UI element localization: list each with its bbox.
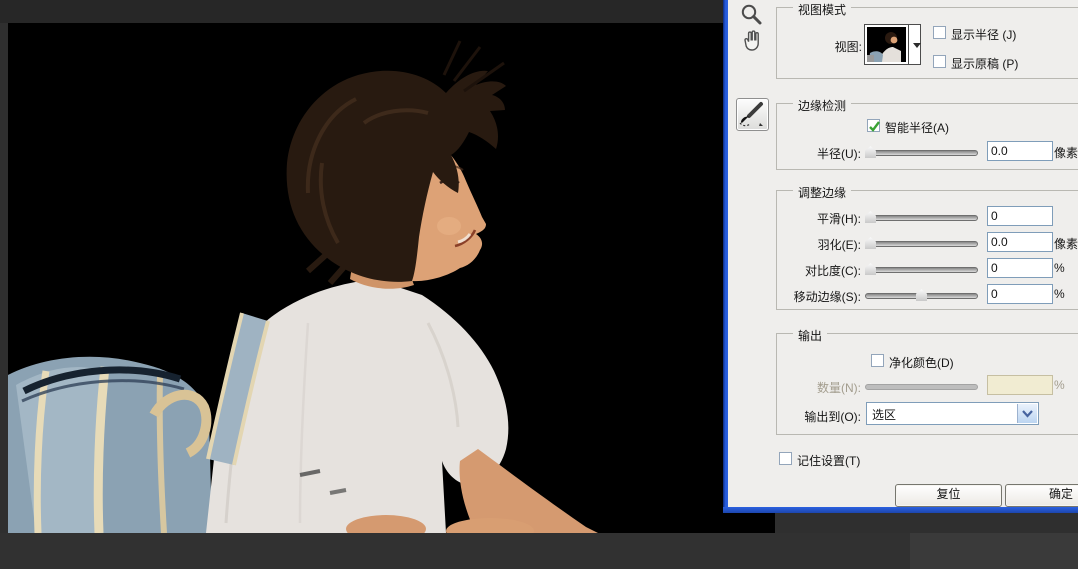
show-radius-checkbox[interactable] [933,26,946,39]
ok-button[interactable]: 确定 [1005,484,1078,507]
group-adjust-edge-title: 调整边缘 [793,184,851,201]
contrast-unit: % [1054,261,1065,275]
photoshop-refine-edge-screen: 视图模式 视图: 显示半径 (J) 显示原稿 (P) [0,0,1078,569]
shift-edge-unit: % [1054,287,1065,301]
output-to-dropdown[interactable]: 选区 [866,402,1039,425]
zoom-tool-icon[interactable] [739,3,763,27]
hand-tool-icon[interactable] [737,27,763,53]
show-radius-label: 显示半径 (J) [951,26,1016,43]
canvas-image[interactable] [8,23,775,533]
feather-slider-track[interactable] [865,241,978,247]
decontaminate-colors-label: 净化颜色(D) [889,354,954,371]
show-original-label: 显示原稿 (P) [951,55,1018,72]
radius-unit: 像素 [1054,144,1078,161]
reset-button[interactable]: 复位 [895,484,1002,507]
contrast-label: 对比度(C): [751,262,861,279]
amount-value-input [987,375,1053,395]
group-view-mode-title: 视图模式 [793,1,851,18]
photo-person [8,23,775,533]
amount-label: 数量(N): [751,379,861,396]
smart-radius-label: 智能半径(A) [885,119,949,136]
workspace-panel-divider [910,533,1078,569]
refine-radius-tool-button[interactable] [736,98,769,131]
shift-edge-label: 移动边缘(S): [751,288,861,305]
workspace-top-strip [0,0,723,23]
chevron-down-icon[interactable] [913,43,921,48]
output-to-value: 选区 [872,406,896,423]
contrast-slider[interactable] [865,263,978,276]
contrast-slider-thumb[interactable] [865,263,876,275]
remember-settings-checkbox[interactable] [779,452,792,465]
group-edge-detection-title: 边缘检测 [793,97,851,114]
output-to-dropdown-button[interactable] [1017,404,1037,423]
view-dropdown-divider [908,25,909,64]
smooth-slider[interactable] [865,211,978,224]
refine-edge-dialog: 视图模式 视图: 显示半径 (J) 显示原稿 (P) [723,0,1078,513]
feather-slider-thumb[interactable] [865,237,876,249]
chevron-down-icon [1022,410,1033,418]
smooth-value-input[interactable] [987,206,1053,226]
amount-slider-track [865,384,978,390]
feather-label: 羽化(E): [751,236,861,253]
view-thumbnail-dropdown[interactable] [864,24,921,65]
view-label: 视图: [802,38,862,55]
show-original-checkbox[interactable] [933,55,946,68]
smooth-label: 平滑(H): [751,210,861,227]
dialog-border-bottom [723,507,1078,513]
contrast-slider-track[interactable] [865,267,978,273]
radius-slider[interactable] [865,146,978,159]
radius-slider-thumb[interactable] [865,146,876,158]
radius-value-input[interactable] [987,141,1053,161]
output-to-label: 输出到(O): [751,408,861,425]
decontaminate-colors-checkbox[interactable] [871,354,884,367]
feather-value-input[interactable] [987,232,1053,252]
shift-edge-slider[interactable] [865,289,978,302]
refine-radius-brush-icon [737,99,766,128]
view-thumbnail [867,27,906,62]
radius-label: 半径(U): [751,145,861,162]
smooth-slider-track[interactable] [865,215,978,221]
feather-unit: 像素 [1054,235,1078,252]
contrast-value-input[interactable] [987,258,1053,278]
feather-slider[interactable] [865,237,978,250]
shift-edge-slider-thumb[interactable] [916,289,927,301]
smooth-slider-thumb[interactable] [865,211,876,223]
group-output-title: 输出 [793,327,827,344]
smart-radius-checkbox[interactable] [867,119,880,132]
shift-edge-value-input[interactable] [987,284,1053,304]
remember-settings-label: 记住设置(T) [797,452,860,469]
amount-slider [865,380,978,393]
amount-unit: % [1054,378,1065,392]
dialog-border-left [723,0,728,513]
radius-slider-track[interactable] [865,150,978,156]
